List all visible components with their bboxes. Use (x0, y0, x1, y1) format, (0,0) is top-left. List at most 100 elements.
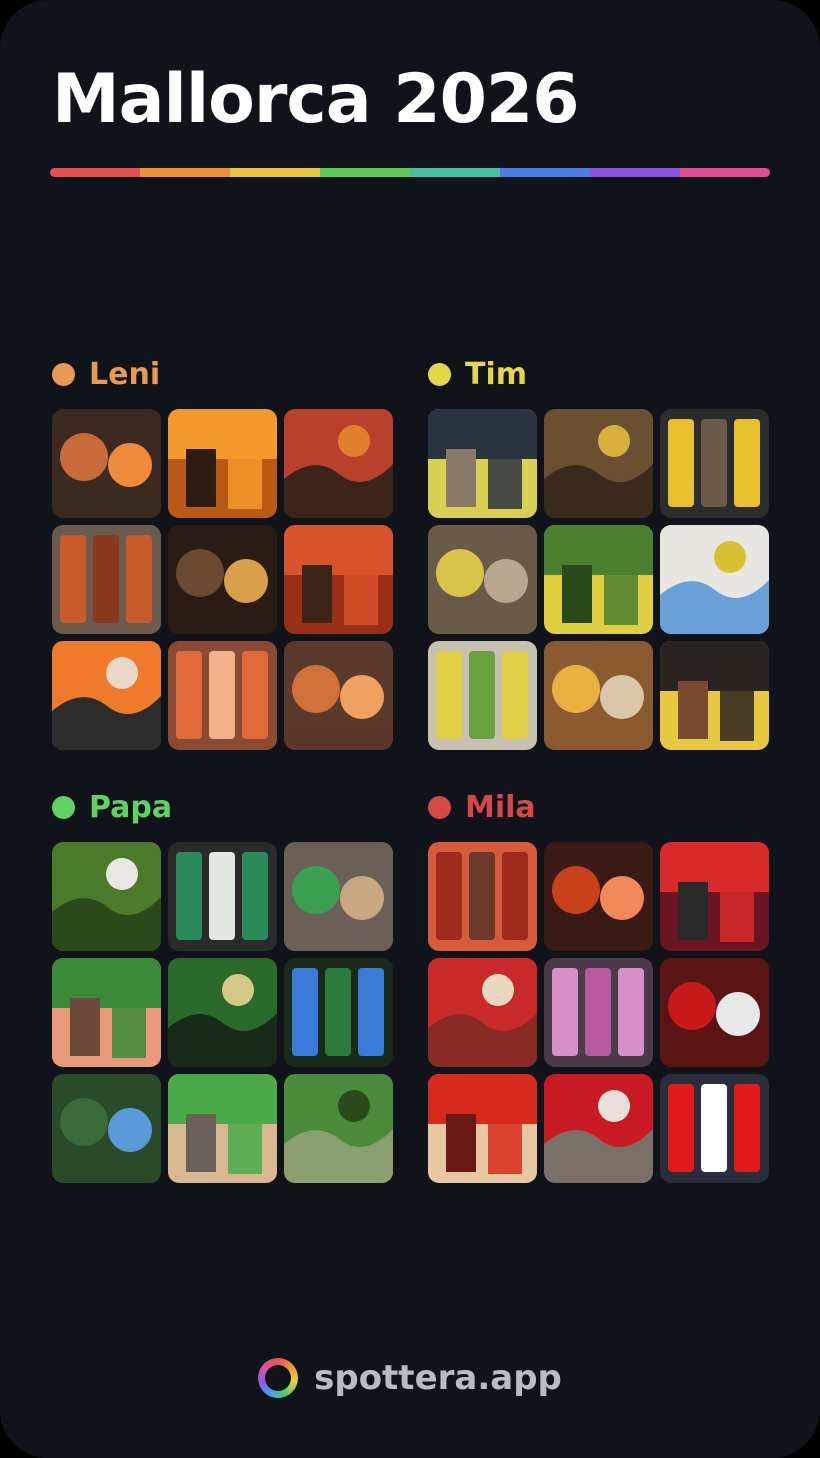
group-papa: Papa (52, 789, 394, 1183)
photo-thumbnail[interactable] (284, 842, 393, 951)
member-color-dot (428, 795, 451, 819)
photo-image (168, 842, 277, 951)
photo-thumbnail[interactable] (52, 958, 161, 1067)
rainbow-segment (230, 168, 320, 177)
photo-thumbnail[interactable] (544, 842, 653, 951)
photo-thumbnail[interactable] (284, 958, 393, 1067)
group-header: Tim (428, 356, 770, 392)
photo-image (660, 525, 769, 634)
member-color-dot (52, 362, 75, 386)
photo-thumbnail[interactable] (428, 409, 537, 518)
rainbow-segment (500, 168, 590, 177)
photo-thumbnail[interactable] (168, 525, 277, 634)
photo-image (544, 1074, 653, 1183)
photo-image (544, 842, 653, 951)
group-header: Mila (428, 789, 770, 825)
photo-thumbnail[interactable] (428, 641, 537, 750)
photo-grid (428, 842, 770, 1183)
brand-link[interactable]: spottera.app (314, 1358, 562, 1398)
member-name: Mila (465, 789, 536, 825)
photo-thumbnail[interactable] (544, 641, 653, 750)
photo-image (544, 525, 653, 634)
photo-image (168, 958, 277, 1067)
photo-image (52, 525, 161, 634)
photo-thumbnail[interactable] (428, 525, 537, 634)
photo-thumbnail[interactable] (168, 842, 277, 951)
photo-thumbnail[interactable] (284, 641, 393, 750)
group-leni: Leni (52, 356, 394, 750)
photo-image (284, 525, 393, 634)
photo-thumbnail[interactable] (52, 1074, 161, 1183)
photo-thumbnail[interactable] (52, 842, 161, 951)
photo-thumbnail[interactable] (660, 641, 769, 750)
photo-grid (52, 842, 394, 1183)
photo-thumbnail[interactable] (284, 525, 393, 634)
photo-thumbnail[interactable] (284, 1074, 393, 1183)
photo-thumbnail[interactable] (660, 842, 769, 951)
photo-thumbnail[interactable] (544, 1074, 653, 1183)
photo-thumbnail[interactable] (52, 641, 161, 750)
photo-thumbnail[interactable] (52, 409, 161, 518)
photo-thumbnail[interactable] (168, 641, 277, 750)
photo-image (660, 958, 769, 1067)
group-header: Papa (52, 789, 394, 825)
photo-image (52, 1074, 161, 1183)
photo-thumbnail[interactable] (544, 525, 653, 634)
photo-image (660, 409, 769, 518)
photo-thumbnail[interactable] (544, 409, 653, 518)
photo-thumbnail[interactable] (284, 409, 393, 518)
rainbow-segment (50, 168, 140, 177)
photo-image (52, 958, 161, 1067)
photo-thumbnail[interactable] (660, 409, 769, 518)
photo-image (660, 641, 769, 750)
member-color-dot (52, 795, 75, 819)
photo-image (284, 641, 393, 750)
photo-image (284, 842, 393, 951)
photo-image (428, 525, 537, 634)
photo-image (660, 1074, 769, 1183)
photo-image (428, 842, 537, 951)
group-tim: Tim (428, 356, 770, 750)
photo-image (168, 1074, 277, 1183)
photo-image (52, 842, 161, 951)
photo-image (52, 409, 161, 518)
photo-image (544, 641, 653, 750)
page-title: Mallorca 2026 (52, 60, 580, 139)
photo-thumbnail[interactable] (544, 958, 653, 1067)
member-name: Leni (89, 356, 161, 392)
photo-thumbnail[interactable] (428, 1074, 537, 1183)
photo-image (428, 1074, 537, 1183)
photo-image (284, 409, 393, 518)
photo-thumbnail[interactable] (428, 842, 537, 951)
photo-thumbnail[interactable] (660, 1074, 769, 1183)
photo-image (168, 641, 277, 750)
photo-image (544, 958, 653, 1067)
photo-thumbnail[interactable] (168, 958, 277, 1067)
photo-thumbnail[interactable] (168, 1074, 277, 1183)
rainbow-segment (410, 168, 500, 177)
group-header: Leni (52, 356, 394, 392)
photo-image (168, 525, 277, 634)
photo-image (544, 409, 653, 518)
photo-image (168, 409, 277, 518)
footer[interactable]: spottera.app (0, 1350, 820, 1406)
photo-thumbnail[interactable] (168, 409, 277, 518)
photo-image (428, 409, 537, 518)
photo-thumbnail[interactable] (660, 525, 769, 634)
rainbow-divider (50, 168, 770, 177)
photo-image (284, 1074, 393, 1183)
member-name: Tim (465, 356, 528, 392)
photo-image (428, 641, 537, 750)
photo-image (52, 641, 161, 750)
photo-thumbnail[interactable] (660, 958, 769, 1067)
rainbow-segment (140, 168, 230, 177)
photo-grid (52, 409, 394, 750)
photo-thumbnail[interactable] (428, 958, 537, 1067)
photo-image (284, 958, 393, 1067)
spottera-ring-icon (258, 1358, 299, 1398)
photo-image (428, 958, 537, 1067)
rainbow-segment (680, 168, 770, 177)
rainbow-segment (320, 168, 410, 177)
photo-image (660, 842, 769, 951)
photo-thumbnail[interactable] (52, 525, 161, 634)
